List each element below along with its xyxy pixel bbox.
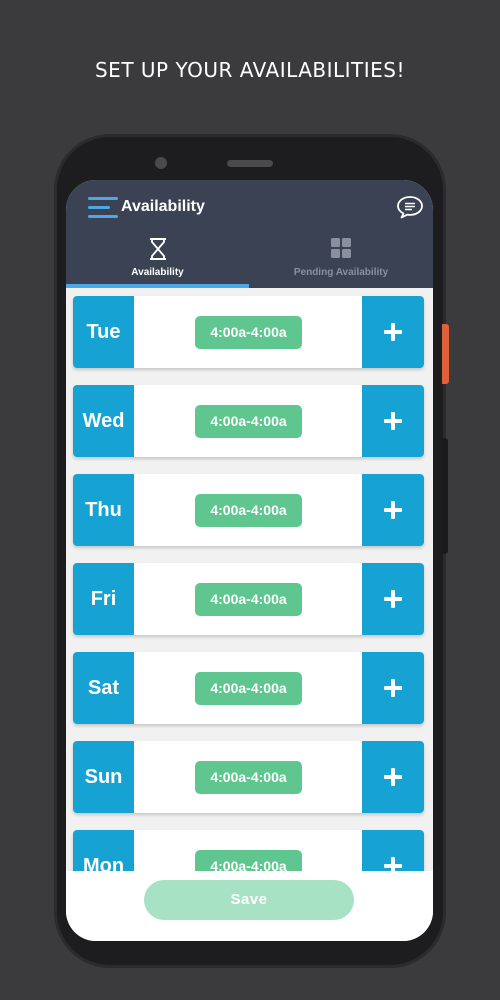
time-slot-button[interactable]: 4:00a-4:00a — [195, 405, 302, 438]
volume-button — [442, 438, 448, 554]
time-slot-button[interactable]: 4:00a-4:00a — [195, 583, 302, 616]
plus-icon — [384, 323, 402, 341]
chat-bubble-icon[interactable] — [396, 195, 424, 219]
day-label: Sun — [73, 741, 134, 813]
day-label: Wed — [73, 385, 134, 457]
plus-icon — [384, 679, 402, 697]
day-row-tue: Tue 4:00a-4:00a — [73, 296, 424, 368]
add-slot-button[interactable] — [362, 563, 424, 635]
promo-caption: SET UP YOUR AVAILABILITIES! — [94, 58, 405, 82]
hourglass-icon — [147, 237, 169, 261]
time-slot-button[interactable]: 4:00a-4:00a — [195, 316, 302, 349]
time-slot-button[interactable]: 4:00a-4:00a — [195, 672, 302, 705]
tab-label-pending: Pending Availability — [293, 267, 389, 278]
day-row-sat: Sat 4:00a-4:00a — [73, 652, 424, 724]
day-label: Mon — [73, 830, 134, 871]
day-row-fri: Fri 4:00a-4:00a — [73, 563, 424, 635]
add-slot-button[interactable] — [362, 830, 424, 871]
tab-pending-availability[interactable]: Pending Availability — [249, 235, 433, 288]
day-label: Fri — [73, 563, 134, 635]
add-slot-button[interactable] — [362, 296, 424, 368]
page-title: Availability — [121, 198, 205, 215]
add-slot-button[interactable] — [362, 652, 424, 724]
time-slot-button[interactable]: 4:00a-4:00a — [195, 850, 302, 871]
time-slot-button[interactable]: 4:00a-4:00a — [195, 494, 302, 527]
day-label: Sat — [73, 652, 134, 724]
plus-icon — [384, 768, 402, 786]
day-row-wed: Wed 4:00a-4:00a — [73, 385, 424, 457]
add-slot-button[interactable] — [362, 741, 424, 813]
plus-icon — [384, 501, 402, 519]
day-row-sun: Sun 4:00a-4:00a — [73, 741, 424, 813]
save-button[interactable]: Save — [144, 880, 354, 920]
day-label: Tue — [73, 296, 134, 368]
plus-icon — [384, 412, 402, 430]
day-row-mon: Mon 4:00a-4:00a — [73, 830, 424, 871]
front-camera — [155, 157, 167, 169]
app-screen: Availability Availability Pending Availa… — [66, 180, 433, 941]
hamburger-menu-icon[interactable] — [88, 197, 120, 219]
plus-icon — [384, 590, 402, 608]
availability-list[interactable]: Tue 4:00a-4:00a Wed 4:00a-4:00a Thu 4:00… — [66, 288, 433, 871]
app-header: Availability Availability Pending Availa… — [66, 180, 433, 288]
grid-icon — [330, 237, 352, 261]
plus-icon — [384, 857, 402, 871]
day-label: Thu — [73, 474, 134, 546]
tab-label-availability: Availability — [131, 267, 184, 278]
power-button — [442, 324, 449, 384]
day-row-thu: Thu 4:00a-4:00a — [73, 474, 424, 546]
tab-availability[interactable]: Availability — [66, 235, 249, 288]
footer-bar: Save — [66, 871, 433, 941]
earpiece-speaker — [227, 160, 273, 167]
time-slot-button[interactable]: 4:00a-4:00a — [195, 761, 302, 794]
add-slot-button[interactable] — [362, 385, 424, 457]
add-slot-button[interactable] — [362, 474, 424, 546]
